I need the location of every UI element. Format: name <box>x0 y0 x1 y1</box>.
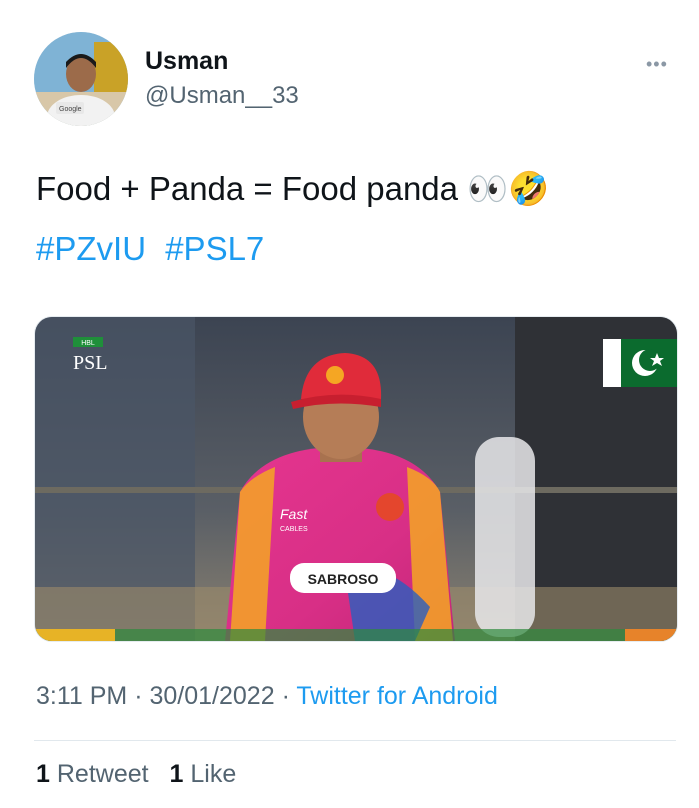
meta-separator: · <box>134 682 150 710</box>
more-horizontal-icon[interactable]: ••• <box>646 54 668 75</box>
tweet-text: Food + Panda = Food panda 👀🤣 <box>36 170 550 207</box>
likes-label: Like <box>190 760 237 788</box>
likes-stat[interactable]: 1 Like <box>170 760 237 788</box>
author-name[interactable]: Usman <box>145 47 228 76</box>
hashtag-row: #PZvIU #PSL7 <box>36 228 274 270</box>
jersey-sponsor: SABROSO <box>308 571 379 587</box>
jersey-brand-sub: CABLES <box>280 526 308 533</box>
engagement-stats: 1 Retweet 1 Like <box>36 760 250 789</box>
cricket-photo: SABROSO Fast CABLES HBL PSL <box>35 317 677 641</box>
tweet-time[interactable]: 3:11 PM <box>36 682 127 710</box>
retweets-stat[interactable]: 1 Retweet <box>36 760 156 788</box>
hbl-logo-text: HBL <box>81 340 95 347</box>
author-handle[interactable]: @Usman__33 <box>145 82 299 110</box>
tweet-source-link[interactable]: Twitter for Android <box>296 682 497 710</box>
hashtag-link[interactable]: #PZvIU <box>36 230 146 267</box>
jersey-brand: Fast <box>280 506 308 522</box>
retweets-count: 1 <box>36 760 50 788</box>
svg-text:Google: Google <box>59 106 82 113</box>
tweet-media[interactable]: SABROSO Fast CABLES HBL PSL <box>34 316 678 642</box>
meta-separator: · <box>281 682 297 710</box>
retweets-label: Retweet <box>56 760 149 788</box>
likes-count: 1 <box>169 760 184 788</box>
psl-logo-text: PSL <box>73 352 107 374</box>
tweet-meta: 3:11 PM · 30/01/2022 · Twitter for Andro… <box>36 682 498 711</box>
divider <box>34 740 676 741</box>
hashtag-link[interactable]: #PSL7 <box>165 230 264 267</box>
tweet-date[interactable]: 30/01/2022 <box>149 682 274 710</box>
avatar-image: Google <box>34 32 128 126</box>
avatar[interactable]: Google <box>34 32 128 126</box>
